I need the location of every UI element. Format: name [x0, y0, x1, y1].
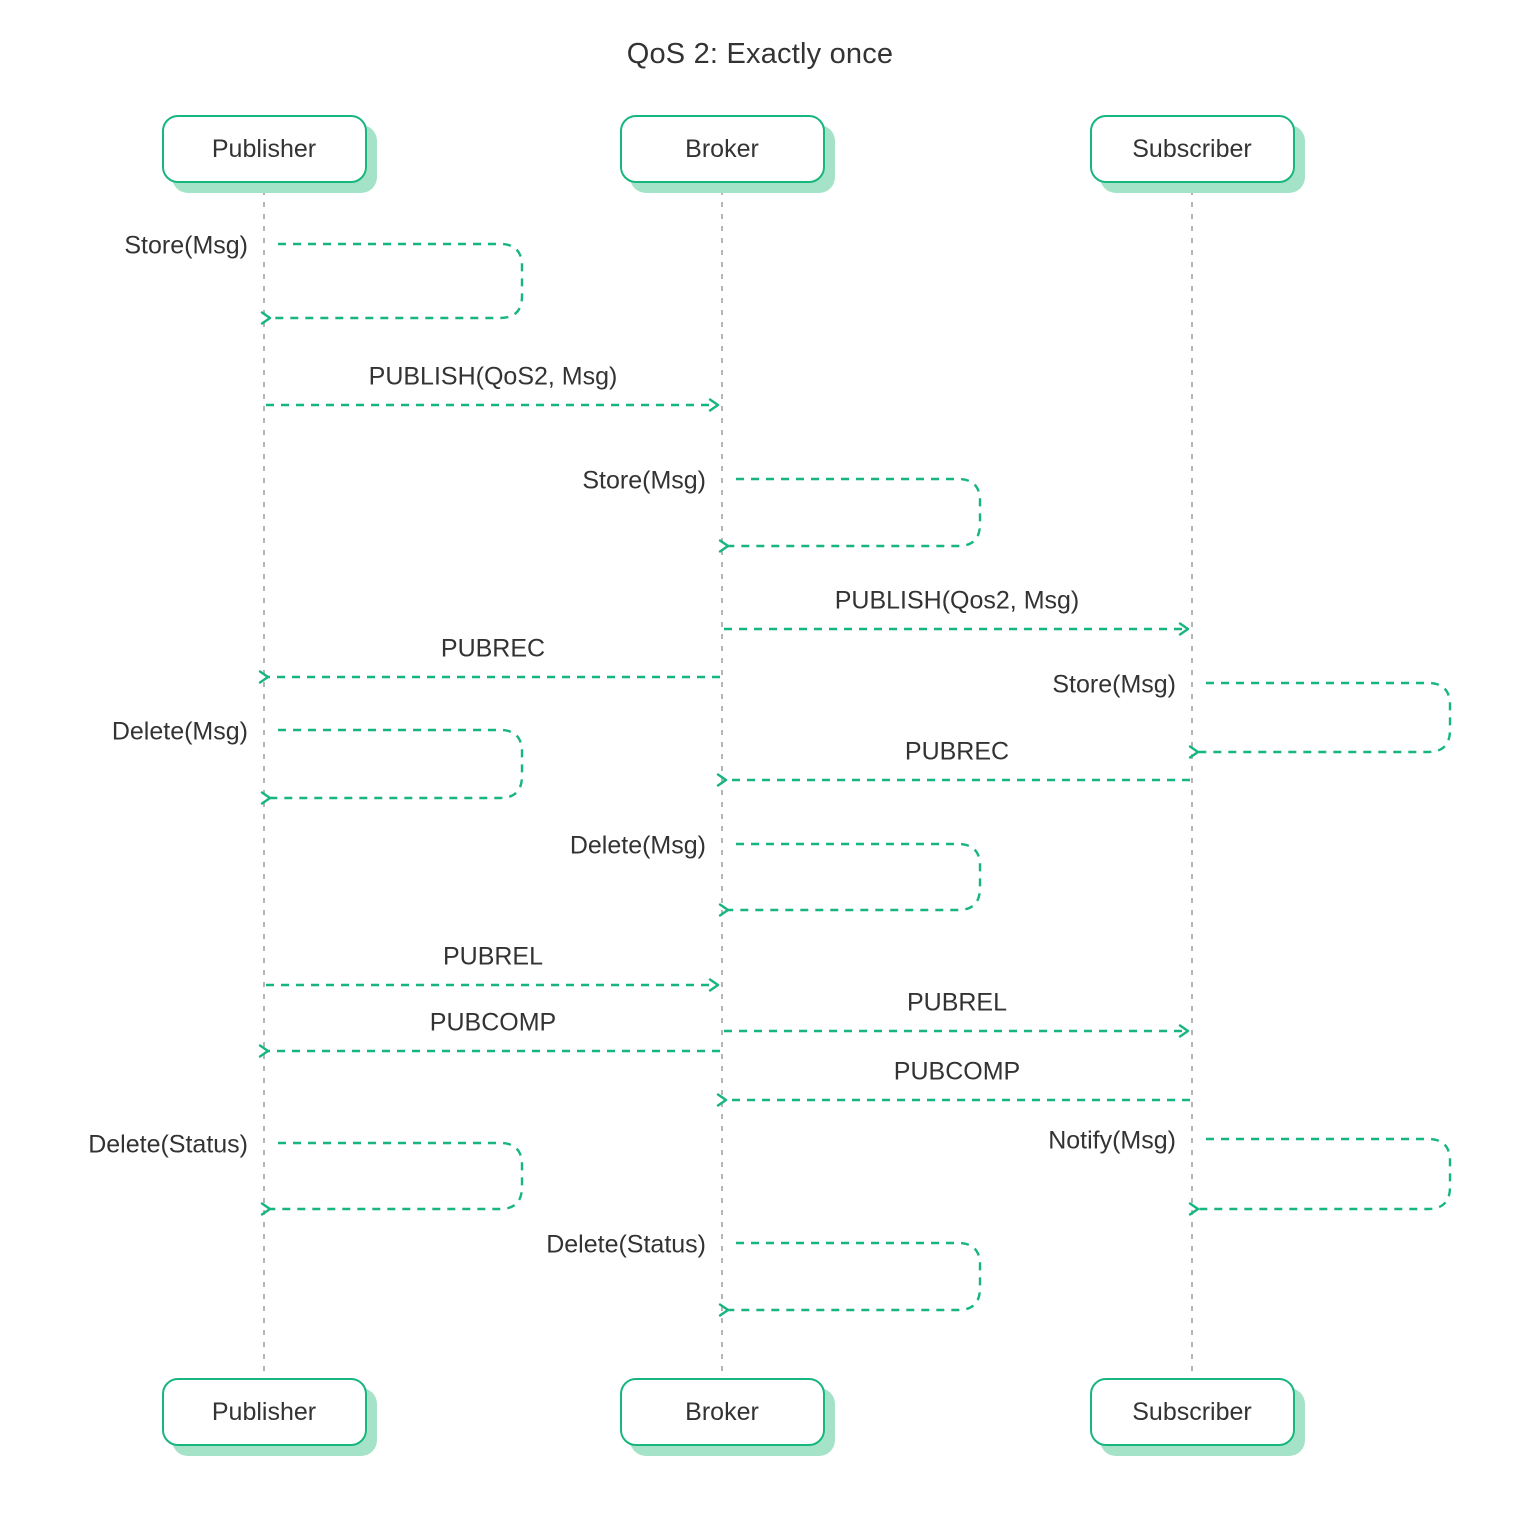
message-label-m3: Store(Msg)	[582, 466, 706, 495]
actor-label: Broker	[685, 1397, 759, 1426]
actor-header-subscriber[interactable]: Subscriber	[1089, 115, 1295, 183]
self-loop-m15	[1188, 1137, 1452, 1216]
actor-footer-subscriber[interactable]: Subscriber	[1089, 1378, 1295, 1446]
actor-label: Subscriber	[1132, 134, 1252, 163]
message-label-m15: Notify(Msg)	[1048, 1126, 1176, 1155]
sequence-diagram: QoS 2: Exactly once Publisher Broker Subsc…	[0, 0, 1520, 1536]
message-label-m5: PUBREC	[440, 634, 546, 663]
self-loop-m7	[260, 728, 524, 805]
self-loop-m6	[1188, 681, 1452, 759]
message-label-m14: Delete(Status)	[88, 1130, 248, 1159]
message-label-m16: Delete(Status)	[546, 1230, 706, 1259]
actor-label: Publisher	[211, 1397, 317, 1426]
actor-header-publisher[interactable]: Publisher	[161, 115, 367, 183]
message-label-m9: Delete(Msg)	[569, 831, 706, 860]
message-label-m4: PUBLISH(Qos2, Msg)	[834, 586, 1080, 615]
diagram-canvas	[258, 190, 1452, 1380]
self-loop-m9	[718, 842, 982, 917]
actor-label: Subscriber	[1132, 1397, 1252, 1426]
message-label-m12: PUBCOMP	[429, 1008, 557, 1037]
actor-footer-broker[interactable]: Broker	[619, 1378, 825, 1446]
actor-header-broker[interactable]: Broker	[619, 115, 825, 183]
message-label-m6: Store(Msg)	[1052, 670, 1176, 699]
message-label-m7: Delete(Msg)	[111, 717, 248, 746]
self-loop-m3	[718, 477, 982, 553]
message-label-m1: Store(Msg)	[124, 231, 248, 260]
actor-footer-publisher[interactable]: Publisher	[161, 1378, 367, 1446]
self-loop-m14	[260, 1141, 524, 1216]
message-line-group	[258, 242, 1452, 1317]
self-loop-m1	[260, 242, 524, 325]
actor-label: Broker	[685, 134, 759, 163]
message-label-m13: PUBCOMP	[893, 1057, 1021, 1086]
message-label-m11: PUBREL	[906, 988, 1008, 1017]
self-loop-m16	[718, 1241, 982, 1317]
actor-label: Publisher	[211, 134, 317, 163]
message-label-m2: PUBLISH(QoS2, Msg)	[368, 362, 618, 391]
message-label-m10: PUBREL	[442, 942, 544, 971]
message-label-m8: PUBREC	[904, 737, 1010, 766]
